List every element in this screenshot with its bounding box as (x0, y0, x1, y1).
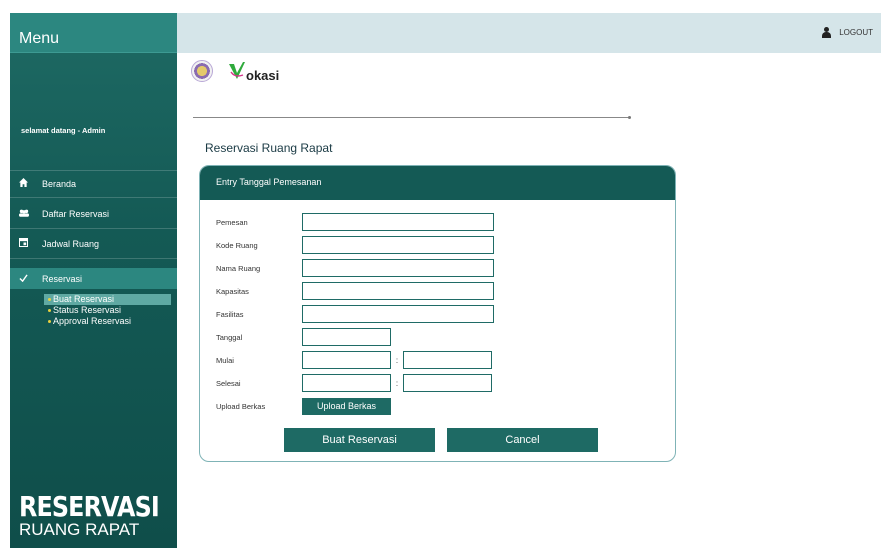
nav-divider (10, 258, 177, 259)
kapasitas-label: Kapasitas (216, 286, 249, 296)
calendar-icon (18, 237, 33, 249)
time-separator: : (395, 378, 399, 388)
menu-title: Menu (10, 13, 177, 53)
users-icon (19, 209, 33, 219)
pemesan-label: Pemesan (216, 217, 248, 227)
bullet-icon (48, 309, 51, 312)
tanggal-input[interactable] (302, 328, 391, 346)
tanggal-label: Tanggal (216, 332, 243, 342)
form-row-pemesan: Pemesan (216, 213, 494, 231)
mulai-minute-input[interactable] (403, 351, 492, 369)
upload-label: Upload Berkas (216, 401, 266, 411)
form-row-kode-ruang: Kode Ruang (216, 236, 494, 254)
nama-ruang-label: Nama Ruang (216, 263, 261, 273)
form-row-selesai: Selesai : (216, 374, 492, 392)
form-row-nama-ruang: Nama Ruang (216, 259, 494, 277)
logout-button[interactable]: LOGOUT (822, 27, 873, 38)
submenu-item-status-reservasi[interactable]: Status Reservasi (10, 305, 177, 316)
top-bar: LOGOUT (177, 13, 881, 53)
welcome-text: selamat datang - Admin (21, 126, 106, 135)
selesai-minute-input[interactable] (403, 374, 492, 392)
page-title: Reservasi Ruang Rapat (205, 141, 333, 155)
sidebar-item-label: Daftar Reservasi (42, 208, 110, 219)
form-row-kapasitas: Kapasitas (216, 282, 494, 300)
bullet-icon (48, 320, 51, 323)
mulai-hour-input[interactable] (302, 351, 391, 369)
logout-label: LOGOUT (839, 28, 873, 37)
reservation-form: Entry Tanggal Pemesanan Pemesan Kode Rua… (199, 165, 676, 462)
bullet-icon (48, 298, 51, 301)
sidebar-item-jadwal-ruang[interactable]: Jadwal Ruang (10, 233, 177, 254)
kode-ruang-label: Kode Ruang (216, 240, 258, 250)
header-divider (193, 116, 631, 119)
reservasi-submenu: Buat Reservasi Status Reservasi Approval… (10, 294, 177, 327)
submenu-item-label: Status Reservasi (53, 305, 122, 315)
nav-divider (10, 228, 177, 229)
sidebar-item-reservasi[interactable]: Reservasi (10, 268, 177, 289)
time-separator: : (395, 355, 399, 365)
user-icon (822, 27, 832, 38)
kode-ruang-input[interactable] (302, 236, 494, 254)
nama-ruang-input[interactable] (302, 259, 494, 277)
submenu-item-approval-reservasi[interactable]: Approval Reservasi (10, 316, 177, 327)
form-row-tanggal: Tanggal (216, 328, 391, 346)
nav-divider (10, 197, 177, 198)
home-icon (19, 178, 33, 189)
brand-subtitle: RUANG RAPAT (19, 520, 140, 539)
submenu-item-label: Buat Reservasi (53, 294, 115, 304)
brand-title: RESERVASI (19, 490, 160, 523)
submenu-item-buat-reservasi[interactable]: Buat Reservasi (44, 294, 171, 305)
nav-divider (10, 170, 177, 171)
form-row-fasilitas: Fasilitas (216, 305, 494, 323)
submenu-item-label: Approval Reservasi (53, 316, 132, 326)
sidebar-item-beranda[interactable]: Beranda (10, 173, 177, 194)
institution-seal-icon (191, 60, 213, 82)
form-row-upload: Upload Berkas Upload Berkas (216, 397, 391, 415)
buat-reservasi-button[interactable]: Buat Reservasi (284, 428, 435, 452)
sidebar-item-label: Beranda (42, 178, 77, 189)
pemesan-input[interactable] (302, 213, 494, 231)
selesai-hour-input[interactable] (302, 374, 391, 392)
sidebar-item-daftar-reservasi[interactable]: Daftar Reservasi (10, 203, 177, 224)
sidebar-item-label: Reservasi (42, 273, 83, 284)
check-icon (19, 273, 33, 284)
selesai-label: Selesai (216, 378, 241, 388)
fasilitas-input[interactable] (302, 305, 494, 323)
form-header: Entry Tanggal Pemesanan (200, 166, 675, 200)
upload-berkas-button[interactable]: Upload Berkas (302, 397, 391, 415)
sidebar-item-label: Jadwal Ruang (42, 238, 100, 249)
fasilitas-label: Fasilitas (216, 309, 244, 319)
vokasi-logo-text: okasi (246, 68, 280, 83)
sidebar: Menu selamat datang - Admin Beranda Daft… (10, 13, 177, 548)
brand-logo: RESERVASI RUANG RAPAT (19, 493, 184, 539)
cancel-button[interactable]: Cancel (447, 428, 598, 452)
vokasi-v-icon (229, 62, 245, 80)
kapasitas-input[interactable] (302, 282, 494, 300)
form-row-mulai: Mulai : (216, 351, 492, 369)
mulai-label: Mulai (216, 355, 234, 365)
